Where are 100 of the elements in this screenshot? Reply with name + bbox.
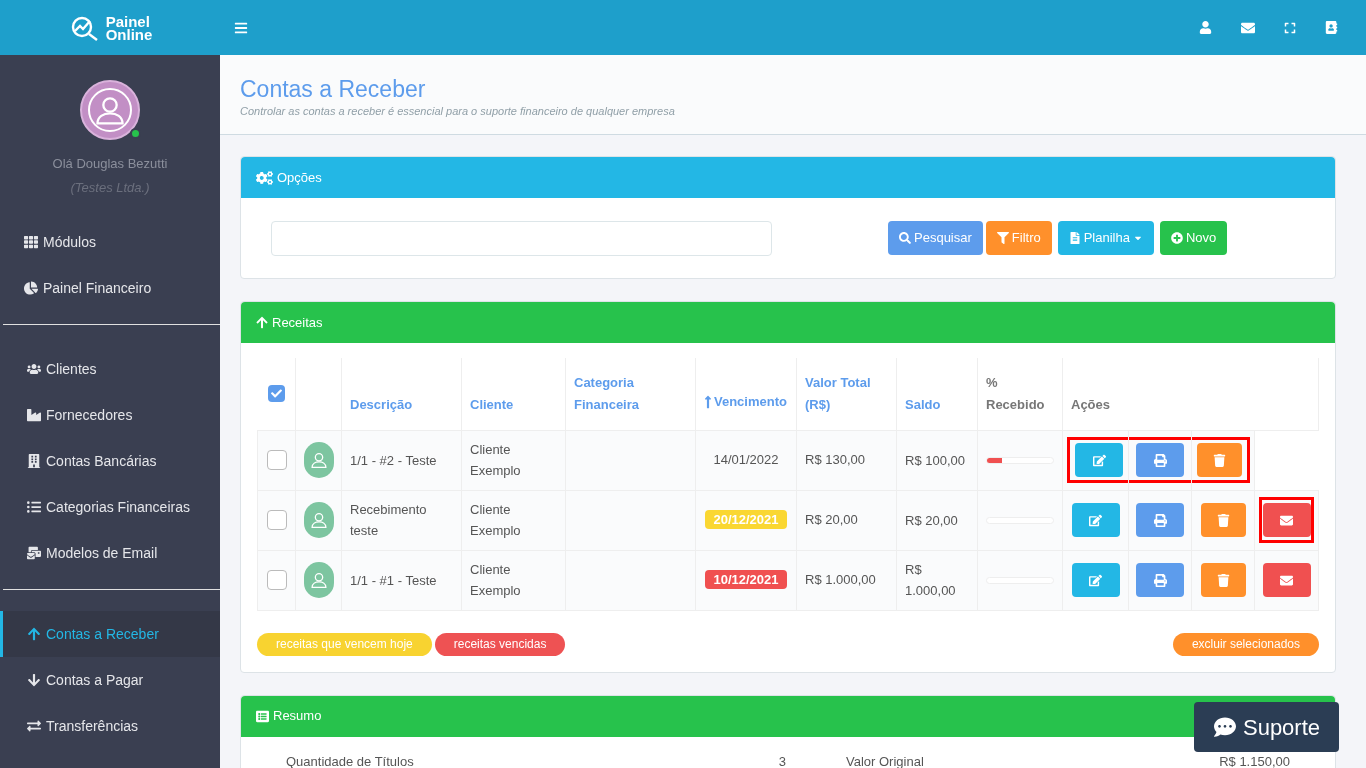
column-header-link[interactable]: Cliente bbox=[470, 393, 514, 416]
logo-text: Painel bbox=[105, 14, 150, 28]
page-title: Contas a Receber bbox=[240, 75, 427, 103]
edit-icon bbox=[1089, 573, 1102, 587]
arrow-up-icon bbox=[27, 627, 41, 641]
email-button[interactable] bbox=[1262, 563, 1311, 597]
plus-icon bbox=[1170, 232, 1183, 244]
building-icon bbox=[27, 454, 41, 468]
search-field[interactable] bbox=[271, 220, 772, 256]
due-date: 14/01/2022 bbox=[713, 452, 779, 468]
search-icon bbox=[899, 232, 911, 244]
menu-icon[interactable] bbox=[234, 20, 248, 35]
support-button[interactable]: Suporte bbox=[1194, 702, 1339, 752]
panel-title: Resumo bbox=[273, 707, 322, 726]
gears-icon bbox=[256, 170, 273, 185]
factory-icon bbox=[27, 408, 41, 422]
delete-button[interactable] bbox=[1200, 503, 1246, 537]
row-checkbox[interactable] bbox=[266, 450, 287, 470]
chat-icon bbox=[1212, 716, 1237, 738]
description-cell: Recebimento teste bbox=[350, 502, 427, 538]
delete-selected-button[interactable]: excluir selecionados bbox=[1172, 632, 1319, 656]
sidebar-item[interactable]: Categorias Financeiras bbox=[3, 484, 220, 530]
sidebar-item[interactable]: Transferências bbox=[3, 703, 220, 749]
sidebar-item[interactable]: Clientes bbox=[3, 346, 220, 392]
client-cell: Cliente Exemplo bbox=[470, 562, 521, 598]
row-checkbox[interactable] bbox=[266, 570, 287, 590]
mail-icon bbox=[27, 546, 41, 560]
sidebar-item[interactable]: Modelos de Email bbox=[3, 530, 220, 576]
summary-value: 3 bbox=[777, 752, 786, 768]
print-button[interactable] bbox=[1136, 563, 1184, 597]
email-button[interactable] bbox=[1262, 503, 1311, 537]
client-cell: Cliente Exemplo bbox=[470, 442, 521, 478]
fullscreen-icon[interactable] bbox=[1284, 21, 1296, 34]
filter-button[interactable]: Filtro bbox=[985, 221, 1052, 255]
panel-title: Receitas bbox=[272, 313, 323, 332]
summary-value: R$ 1.150,00 bbox=[1219, 752, 1290, 768]
spreadsheet-button[interactable]: Planilha bbox=[1057, 221, 1154, 255]
sidebar-item[interactable]: Painel Financeiro bbox=[0, 265, 220, 311]
edit-icon bbox=[1089, 513, 1102, 527]
list-icon bbox=[256, 709, 269, 723]
client-avatar bbox=[303, 562, 334, 598]
column-header-link[interactable]: Descrição bbox=[350, 393, 413, 416]
sidebar-item[interactable]: Contas a Pagar bbox=[3, 657, 220, 703]
check-icon bbox=[270, 388, 282, 400]
legend-pill[interactable]: receitas vencidas bbox=[434, 632, 566, 656]
column-header: % Recebido bbox=[986, 373, 1046, 414]
sidebar-item[interactable]: Módulos bbox=[0, 219, 220, 265]
description-cell: 1/1 - #2 - Teste bbox=[350, 452, 437, 468]
edit-button[interactable] bbox=[1071, 503, 1120, 537]
page-subtitle: Controlar as contas a receber é essencial para o suporte financeiro de qualquer empresa bbox=[240, 104, 676, 119]
edit-button[interactable] bbox=[1071, 563, 1120, 597]
grid-icon bbox=[24, 235, 38, 249]
row-checkbox[interactable] bbox=[266, 510, 287, 530]
envelope-icon bbox=[1280, 513, 1293, 527]
users-icon bbox=[27, 362, 41, 376]
arrow-down-icon bbox=[27, 673, 41, 687]
due-date: 20/12/2021 bbox=[705, 510, 787, 530]
client-cell: Cliente Exemplo bbox=[470, 502, 521, 538]
sidebar-item[interactable]: Fornecedores bbox=[3, 392, 220, 438]
delete-button[interactable] bbox=[1200, 563, 1246, 597]
edit-icon bbox=[1092, 453, 1106, 467]
transfer-icon bbox=[27, 719, 41, 733]
balance-cell: R$ 1.000,00 bbox=[905, 562, 956, 598]
column-header-link[interactable]: Vencimento bbox=[704, 390, 787, 413]
user-icon[interactable] bbox=[1199, 21, 1212, 34]
summary-label: Valor Original bbox=[846, 752, 925, 768]
delete-button[interactable] bbox=[1197, 443, 1242, 477]
print-button[interactable] bbox=[1136, 503, 1184, 537]
new-button[interactable]: Novo bbox=[1159, 221, 1228, 255]
total-value-cell: R$ 130,00 bbox=[805, 452, 865, 468]
column-header-link[interactable]: Valor Total (R$) bbox=[805, 371, 888, 416]
document-icon bbox=[1068, 232, 1081, 244]
list-icon bbox=[27, 500, 41, 514]
edit-button[interactable] bbox=[1075, 443, 1123, 477]
client-avatar bbox=[303, 502, 334, 538]
column-header: Ações bbox=[1071, 395, 1111, 414]
search-button[interactable]: Pesquisar bbox=[888, 221, 983, 255]
select-all-checkbox[interactable] bbox=[267, 385, 285, 403]
contact-book-icon[interactable] bbox=[1325, 21, 1338, 34]
total-value-cell: R$ 20,00 bbox=[805, 512, 858, 528]
avatar bbox=[80, 80, 140, 140]
balance-cell: R$ 20,00 bbox=[905, 512, 958, 528]
sidebar-item[interactable]: Contas a Receber bbox=[0, 611, 220, 657]
print-button[interactable] bbox=[1136, 443, 1184, 477]
envelope-icon[interactable] bbox=[1241, 20, 1255, 35]
sort-arrow-icon bbox=[704, 394, 712, 409]
column-header-link[interactable]: Saldo bbox=[905, 393, 941, 416]
client-avatar bbox=[303, 442, 334, 478]
total-value-cell: R$ 1.000,00 bbox=[805, 572, 876, 588]
sidebar-item[interactable]: Contas Bancárias bbox=[3, 438, 220, 484]
balance-cell: R$ 100,00 bbox=[905, 452, 965, 468]
trash-icon bbox=[1213, 453, 1226, 467]
filter-icon bbox=[996, 232, 1009, 244]
due-date: 10/12/2021 bbox=[705, 570, 787, 590]
arrow-up-icon bbox=[256, 316, 268, 329]
print-icon bbox=[1153, 453, 1167, 467]
trash-icon bbox=[1216, 513, 1230, 527]
description-cell: 1/1 - #1 - Teste bbox=[350, 572, 437, 588]
panel-title: Opções bbox=[277, 168, 322, 187]
column-header-link[interactable]: Categoria Financeira bbox=[574, 371, 687, 416]
